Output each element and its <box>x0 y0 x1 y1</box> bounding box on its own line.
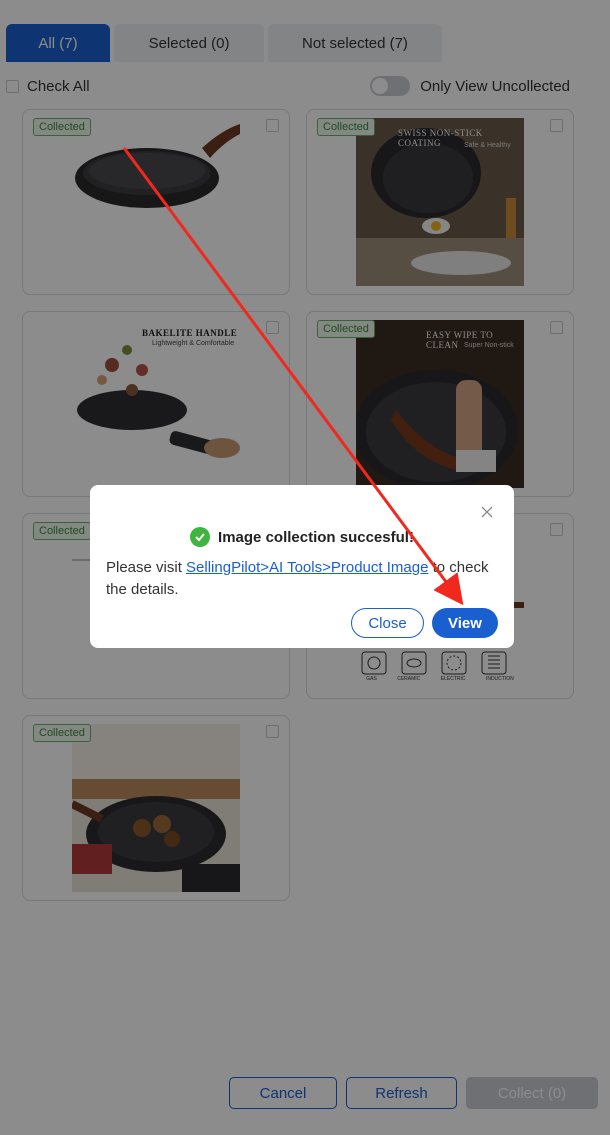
close-icon[interactable] <box>480 505 494 519</box>
dialog-title-text: Image collection succesful! <box>218 528 414 546</box>
product-image-link[interactable]: SellingPilot>AI Tools>Product Image <box>186 559 428 576</box>
dialog-message: Please visit SellingPilot>AI Tools>Produ… <box>106 557 500 601</box>
dialog-title: Image collection succesful! <box>90 527 514 547</box>
success-dialog: Image collection succesful! Please visit… <box>90 485 514 648</box>
close-button[interactable]: Close <box>351 608 424 638</box>
view-button[interactable]: View <box>432 608 498 638</box>
success-check-icon <box>190 527 211 547</box>
message-prefix: Please visit <box>106 559 187 576</box>
